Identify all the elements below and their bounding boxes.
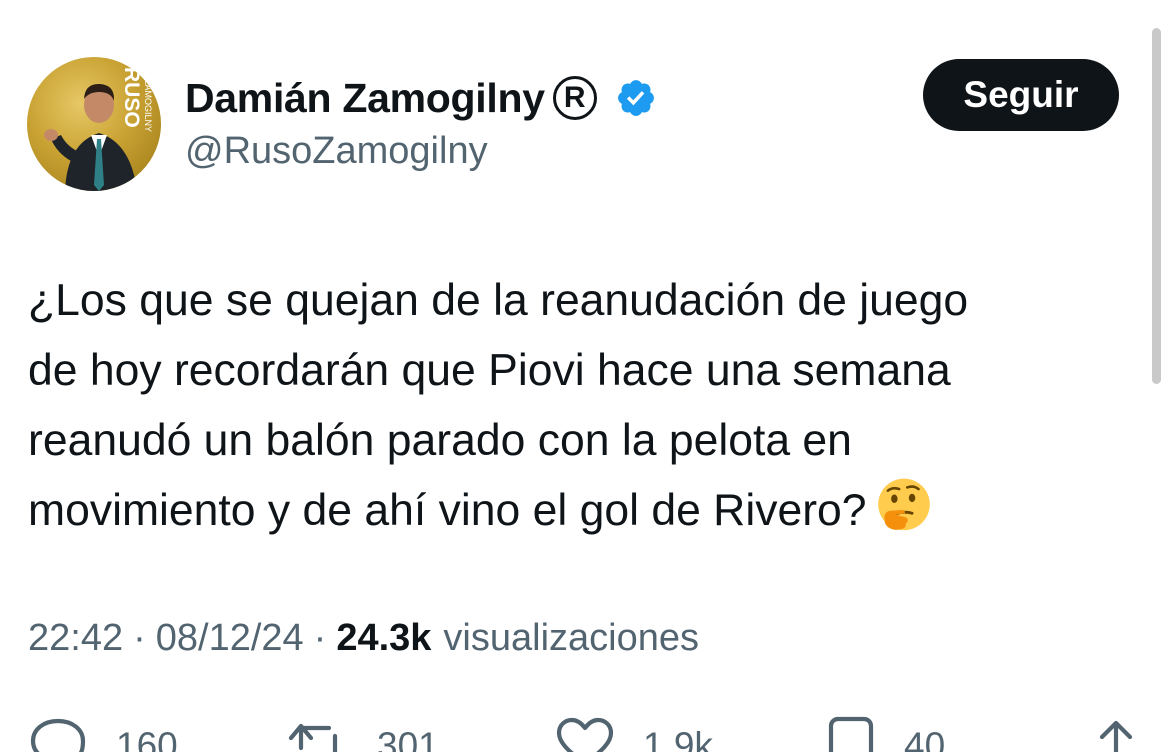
tweet-line: de hoy recordarán que Piovi hace una sem…: [28, 346, 951, 395]
thinking-face-icon: [877, 478, 930, 531]
tweet-date[interactable]: 08/12/24: [156, 617, 304, 660]
registered-mark-icon: R: [552, 76, 597, 120]
tweet-line: ¿Los que se quejan de la reanudación de …: [28, 276, 969, 325]
reply-button[interactable]: 160: [28, 712, 178, 752]
bookmark-icon: [828, 716, 874, 752]
follow-button[interactable]: Seguir: [923, 59, 1119, 131]
avatar-portrait: RUSO ZAMOGILNY: [44, 67, 153, 191]
repost-count: 301: [377, 725, 439, 752]
meta-separator: ·: [133, 617, 146, 659]
verified-badge-icon: [617, 80, 654, 116]
author-handle[interactable]: @RusoZamogilny: [185, 130, 488, 173]
avatar[interactable]: RUSO ZAMOGILNY: [27, 57, 161, 191]
author-name-row: Damián Zamogilny R: [185, 70, 657, 126]
repost-icon: [288, 723, 338, 752]
bookmark-count: 40: [904, 725, 946, 752]
tweet-line-last: movimiento y de ahí vino el gol de River…: [28, 476, 1128, 546]
bookmark-button[interactable]: 40: [826, 712, 945, 752]
share-button[interactable]: [1094, 712, 1138, 752]
views-label: visualizaciones: [443, 617, 699, 659]
like-button[interactable]: 1,9k: [555, 712, 713, 752]
meta-separator: ·: [313, 617, 327, 659]
scrollbar[interactable]: [1152, 28, 1161, 384]
tweet-actions: 160 301 1,9k 40: [0, 712, 1170, 752]
tweet-page: RUSO ZAMOGILNY Damián Zamogilny R @RusoZ…: [0, 0, 1170, 752]
like-count: 1,9k: [643, 725, 713, 752]
tweet-time[interactable]: 22:42: [28, 617, 123, 660]
svg-text:RUSO: RUSO: [120, 67, 143, 128]
tweet-line: reanudó un balón parado con la pelota en: [28, 416, 852, 465]
tweet-line: movimiento y de ahí vino el gol de River…: [28, 486, 867, 535]
author-display-name[interactable]: Damián Zamogilny: [185, 75, 545, 122]
share-icon: [1099, 720, 1133, 752]
tweet-meta: 22:42 · 08/12/24 · 24.3k visualizaciones: [28, 617, 699, 660]
svg-text:ZAMOGILNY: ZAMOGILNY: [143, 79, 153, 132]
repost-button[interactable]: 301: [287, 712, 439, 752]
reply-count: 160: [116, 725, 178, 752]
tweet-text: ¿Los que se quejan de la reanudación de …: [28, 266, 1128, 546]
views-count: 24.3k: [336, 617, 432, 659]
heart-icon: [556, 717, 614, 752]
reply-icon: [30, 718, 86, 752]
